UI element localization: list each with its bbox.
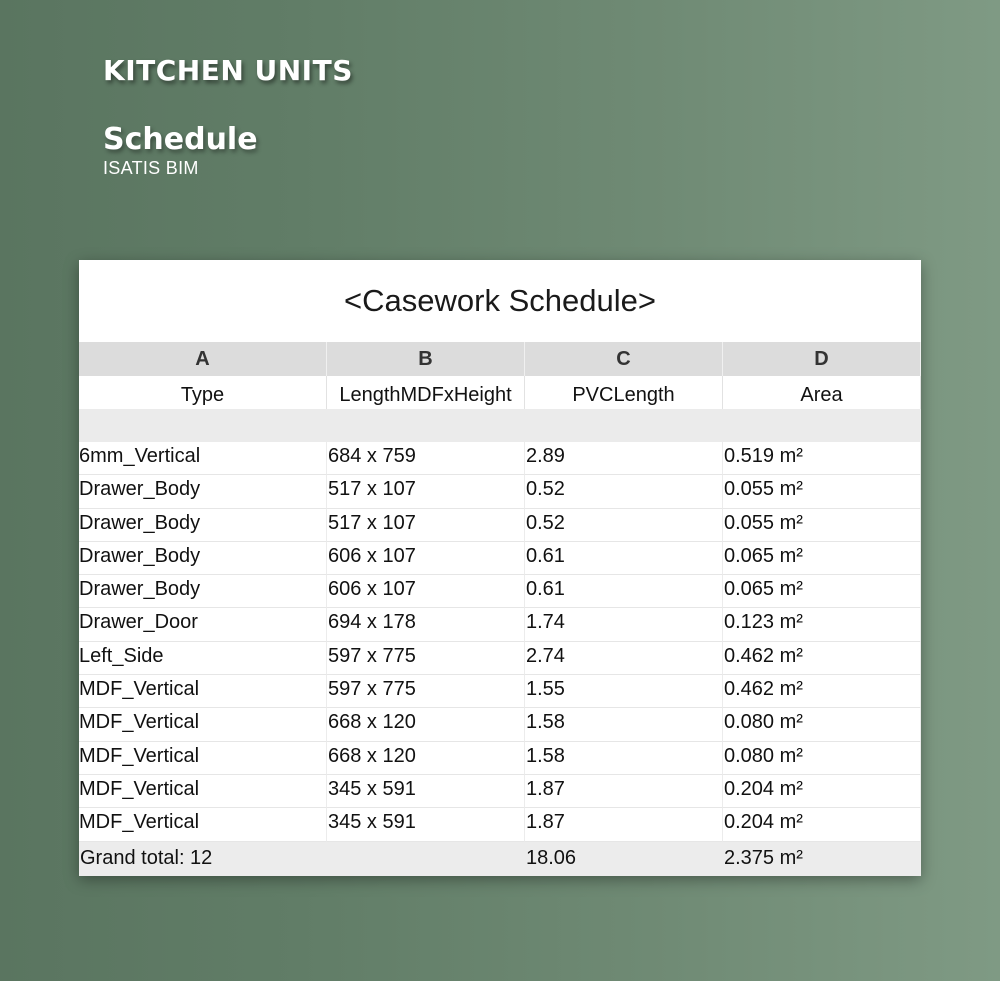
table-cell-area[interactable]: 0.080 m²: [723, 741, 921, 775]
table-cell-pvc-length[interactable]: 1.74: [525, 608, 723, 642]
grand-total-label[interactable]: Grand total: 12: [79, 841, 327, 876]
spacer-row-cell: [79, 409, 327, 442]
table-cell-pvc-length[interactable]: 2.89: [525, 442, 723, 476]
schedule-sheet: <Casework Schedule> A B C D Type LengthM…: [79, 260, 921, 876]
column-header-length[interactable]: LengthMDFxHeight: [327, 376, 525, 409]
table-cell-area[interactable]: 0.055 m²: [723, 508, 921, 542]
table-cell-type[interactable]: MDF_Vertical: [79, 708, 327, 742]
table-cell-area[interactable]: 0.123 m²: [723, 608, 921, 642]
column-header-type[interactable]: Type: [79, 376, 327, 409]
table-cell-type[interactable]: Drawer_Body: [79, 508, 327, 542]
table-cell-type[interactable]: Drawer_Body: [79, 475, 327, 509]
table-cell-pvc-length[interactable]: 0.52: [525, 475, 723, 509]
table-cell-area[interactable]: 0.204 m²: [723, 774, 921, 809]
grand-total-row: Grand total: 12 18.06 2.375 m²: [79, 841, 921, 876]
table-cell-length[interactable]: 345 x 591: [327, 808, 525, 842]
table-cell-area[interactable]: 0.462 m²: [723, 641, 921, 676]
brand-label: ISATIS BIM: [103, 158, 199, 178]
table-cell-pvc-length[interactable]: 1.55: [525, 675, 723, 709]
table-cell-length[interactable]: 597 x 775: [327, 675, 525, 709]
table-cell-type[interactable]: MDF_Vertical: [79, 808, 327, 842]
spacer-row-cell: [327, 409, 525, 442]
grand-total-length[interactable]: [327, 841, 525, 876]
table-cell-length[interactable]: 668 x 120: [327, 708, 525, 742]
table-cell-length[interactable]: 684 x 759: [327, 442, 525, 476]
table-cell-type[interactable]: 6mm_Vertical: [79, 442, 327, 476]
schedule-title: <Casework Schedule>: [344, 283, 656, 318]
table-cell-pvc-length[interactable]: 1.58: [525, 741, 723, 775]
table-cell-pvc-length[interactable]: 1.87: [525, 808, 723, 842]
table-cell-pvc-length[interactable]: 1.58: [525, 708, 723, 742]
sub-title: Schedule: [103, 122, 258, 157]
table-cell-pvc-length[interactable]: 1.87: [525, 774, 723, 809]
column-letter-a[interactable]: A: [79, 342, 327, 376]
table-cell-length[interactable]: 517 x 107: [327, 508, 525, 542]
header: KITCHEN UNITS Schedule ISATIS BIM: [103, 50, 353, 178]
table-cell-length[interactable]: 597 x 775: [327, 641, 525, 676]
spacer-row-cell: [525, 409, 723, 442]
grand-total-pvc-length[interactable]: 18.06: [525, 841, 723, 876]
table-cell-pvc-length[interactable]: 2.74: [525, 641, 723, 676]
table-cell-length[interactable]: 694 x 178: [327, 608, 525, 642]
spacer-row-cell: [723, 409, 921, 442]
table-cell-length[interactable]: 668 x 120: [327, 741, 525, 775]
column-header-pvc-length[interactable]: PVCLength: [525, 376, 723, 409]
table-cell-area[interactable]: 0.462 m²: [723, 675, 921, 709]
table-cell-length[interactable]: 606 x 107: [327, 575, 525, 609]
table-cell-area[interactable]: 0.204 m²: [723, 808, 921, 842]
table-cell-type[interactable]: Drawer_Door: [79, 608, 327, 642]
table-cell-area[interactable]: 0.080 m²: [723, 708, 921, 742]
grand-total-area[interactable]: 2.375 m²: [723, 841, 921, 876]
table-cell-area[interactable]: 0.519 m²: [723, 442, 921, 476]
table-cell-length[interactable]: 345 x 591: [327, 774, 525, 809]
table-cell-type[interactable]: Drawer_Body: [79, 575, 327, 609]
table-cell-length[interactable]: 517 x 107: [327, 475, 525, 509]
column-letter-d[interactable]: D: [723, 342, 921, 376]
column-header-area[interactable]: Area: [723, 376, 921, 409]
table-cell-type[interactable]: MDF_Vertical: [79, 675, 327, 709]
table-cell-area[interactable]: 0.055 m²: [723, 475, 921, 509]
main-title: KITCHEN UNITS: [103, 54, 353, 87]
table-cell-length[interactable]: 606 x 107: [327, 541, 525, 576]
schedule-rows: 6mm_Vertical 684 x 759 2.89 0.519 m² Drawer_…: [79, 442, 921, 842]
table-cell-type[interactable]: MDF_Vertical: [79, 774, 327, 809]
table-cell-type[interactable]: MDF_Vertical: [79, 741, 327, 775]
table-cell-type[interactable]: Drawer_Body: [79, 541, 327, 576]
table-cell-area[interactable]: 0.065 m²: [723, 541, 921, 576]
table-cell-pvc-length[interactable]: 0.61: [525, 575, 723, 609]
column-letter-b[interactable]: B: [327, 342, 525, 376]
table-cell-pvc-length[interactable]: 0.52: [525, 508, 723, 542]
table-cell-type[interactable]: Left_Side: [79, 641, 327, 676]
table-cell-area[interactable]: 0.065 m²: [723, 575, 921, 609]
schedule-table: A B C D Type LengthMDFxHeight PVCLength …: [79, 342, 921, 442]
table-cell-pvc-length[interactable]: 0.61: [525, 541, 723, 576]
column-letter-c[interactable]: C: [525, 342, 723, 376]
